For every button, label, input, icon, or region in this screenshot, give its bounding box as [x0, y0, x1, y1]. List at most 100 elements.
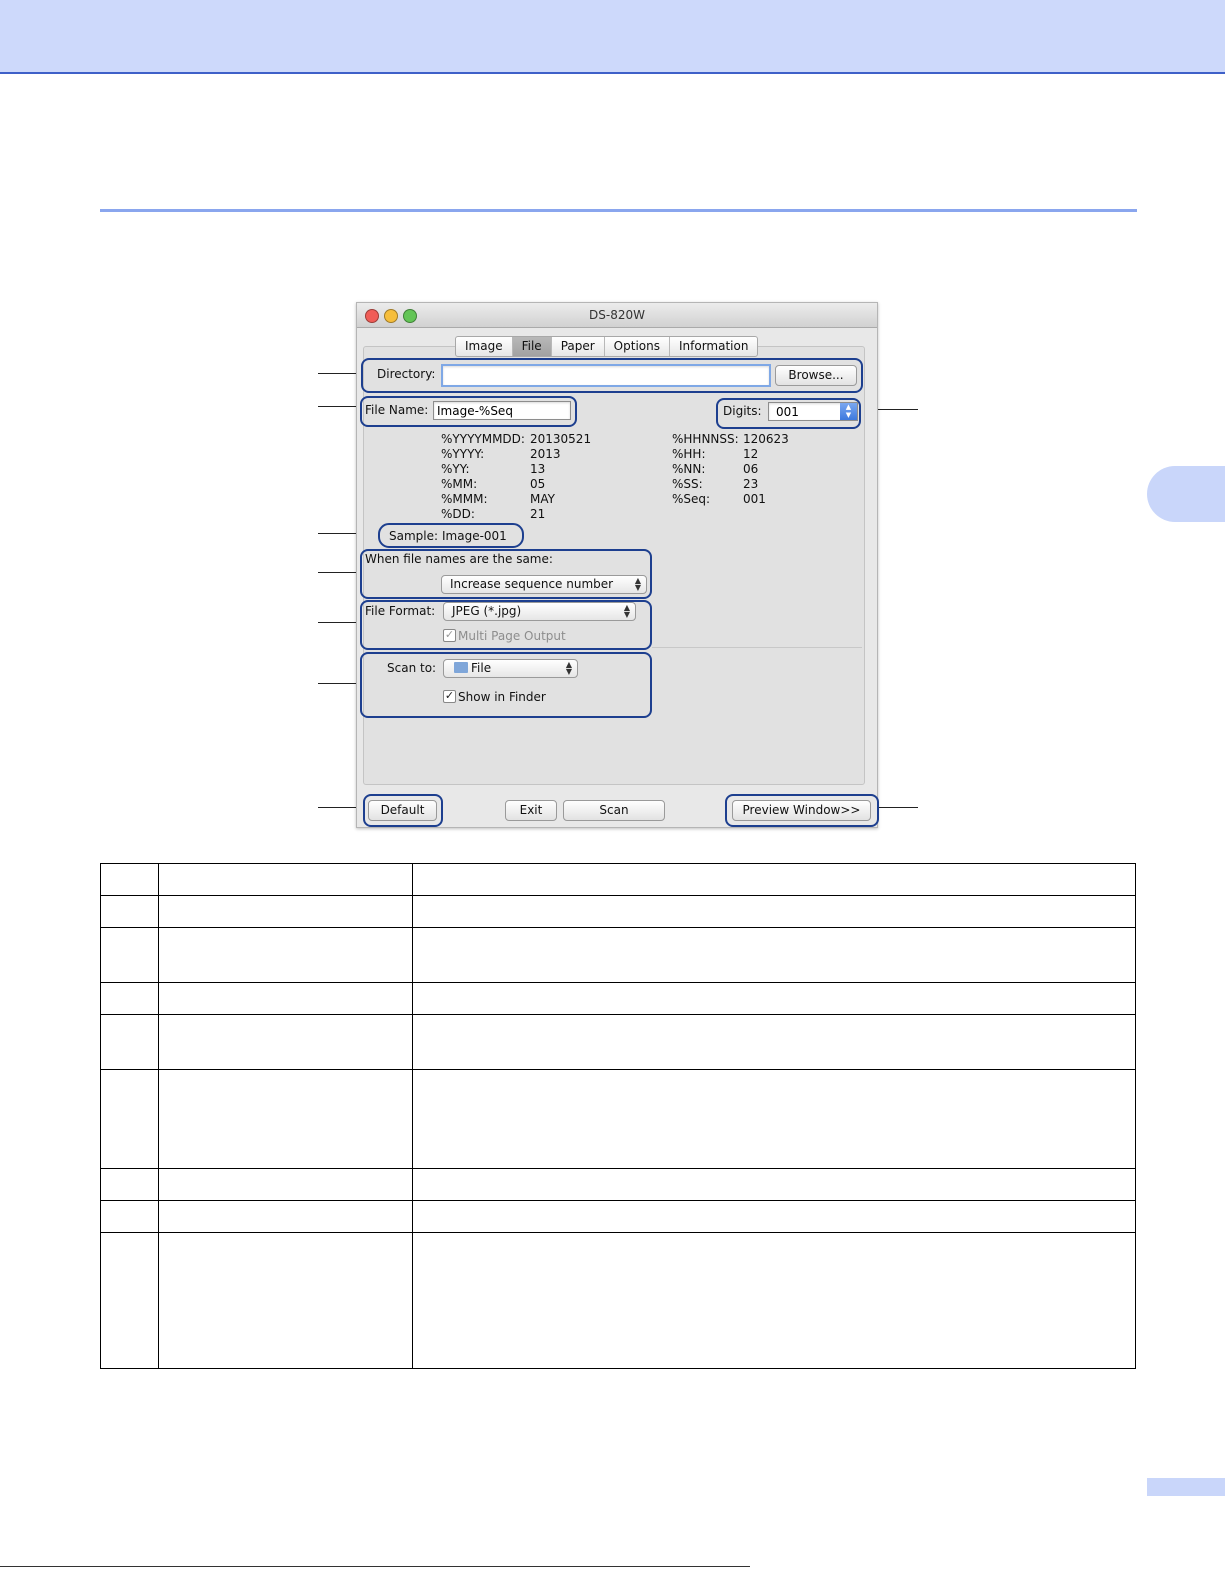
description-table	[100, 863, 1136, 1369]
token-key: %YYYYMMDD:	[441, 432, 525, 446]
table-row	[100, 982, 1136, 1015]
tab-information[interactable]: Information	[670, 337, 757, 356]
token-value: MAY	[530, 492, 555, 506]
scan-to-label: Scan to:	[387, 661, 437, 675]
digits-stepper[interactable]: 001 ▲ ▼	[768, 402, 858, 421]
preview-window-button[interactable]: Preview Window>>	[732, 800, 871, 821]
table-cell	[412, 1069, 1136, 1169]
default-button[interactable]: Default	[368, 800, 437, 821]
file-name-label: File Name:	[365, 403, 429, 417]
tab-file[interactable]: File	[512, 337, 552, 356]
header-band	[0, 0, 1225, 74]
updown-arrows-icon: ▲ ▼	[634, 576, 641, 592]
token-value: 13	[530, 462, 546, 476]
same-names-select[interactable]: Increase sequence number ▲ ▼	[441, 575, 647, 594]
table-cell	[158, 1200, 413, 1233]
leader-line-preview	[878, 807, 918, 808]
token-key: %MMM:	[441, 492, 488, 506]
table-cell	[412, 863, 1136, 896]
table-row	[100, 1200, 1136, 1233]
table-cell	[412, 1200, 1136, 1233]
table-cell	[100, 1200, 159, 1233]
file-format-select[interactable]: JPEG (*.jpg) ▲ ▼	[443, 602, 636, 621]
token-value: 06	[743, 462, 759, 476]
same-names-value: Increase sequence number	[450, 577, 614, 591]
tab-image[interactable]: Image	[456, 337, 513, 356]
file-format-value: JPEG (*.jpg)	[452, 604, 522, 618]
tab-bar: Image File Paper Options Information	[455, 336, 759, 357]
table-row	[100, 895, 1136, 928]
leader-line-file-name	[318, 406, 360, 407]
table-row	[100, 1069, 1136, 1169]
token-key: %Seq:	[672, 492, 711, 506]
multi-page-label: Multi Page Output	[458, 629, 566, 643]
token-value: 001	[743, 492, 766, 506]
table-cell	[100, 1232, 159, 1369]
scan-to-value: File	[471, 661, 492, 675]
table-row	[100, 927, 1136, 983]
token-key: %YY:	[441, 462, 470, 476]
updown-arrows-icon: ▲ ▼	[565, 660, 572, 676]
section-divider	[100, 209, 1137, 212]
token-key: %HH:	[672, 447, 706, 461]
same-names-label: When file names are the same:	[365, 552, 553, 566]
table-cell	[412, 1168, 1136, 1201]
token-value: 20130521	[530, 432, 592, 446]
stepper-arrows-icon[interactable]: ▲ ▼	[840, 403, 857, 420]
footer-rule	[0, 1566, 750, 1567]
directory-input[interactable]	[441, 364, 771, 387]
multi-page-checkbox[interactable]: ✓	[443, 629, 456, 642]
table-cell	[412, 927, 1136, 983]
tab-options[interactable]: Options	[605, 337, 670, 356]
folder-icon	[454, 662, 468, 673]
token-key: %NN:	[672, 462, 706, 476]
token-value: 21	[530, 507, 546, 521]
show-in-finder-checkbox[interactable]: ✓	[443, 690, 456, 703]
table-cell	[100, 895, 159, 928]
tab-paper[interactable]: Paper	[552, 337, 605, 356]
token-key: %HHNNSS:	[672, 432, 739, 446]
table-cell	[158, 1168, 413, 1201]
digits-label: Digits:	[723, 404, 762, 418]
token-key: %SS:	[672, 477, 703, 491]
table-cell	[158, 1232, 413, 1369]
token-value: 120623	[743, 432, 789, 446]
table-cell	[412, 982, 1136, 1015]
token-key: %MM:	[441, 477, 478, 491]
table-cell	[158, 1069, 413, 1169]
file-name-input[interactable]: Image-%Seq	[433, 401, 571, 420]
table-cell	[100, 1069, 159, 1169]
table-cell	[158, 927, 413, 983]
table-row	[100, 863, 1136, 896]
digits-value: 001	[776, 405, 799, 419]
scan-button[interactable]: Scan	[563, 800, 665, 821]
table-cell	[412, 895, 1136, 928]
table-row	[100, 1168, 1136, 1201]
chapter-tab	[1147, 466, 1225, 522]
table-cell	[100, 863, 159, 896]
scanner-dialog-window: DS-820W Image File Paper Options Informa…	[356, 302, 879, 828]
exit-button[interactable]: Exit	[505, 800, 557, 821]
scan-to-select[interactable]: File ▲ ▼	[443, 659, 578, 678]
table-cell	[158, 895, 413, 928]
token-value: 12	[743, 447, 759, 461]
token-key: %YYYY:	[441, 447, 485, 461]
table-cell	[100, 1014, 159, 1070]
token-value: 05	[530, 477, 546, 491]
table-cell	[100, 927, 159, 983]
show-in-finder-label: Show in Finder	[458, 690, 546, 704]
panel-divider	[652, 647, 862, 648]
token-key: %DD:	[441, 507, 475, 521]
table-cell	[158, 982, 413, 1015]
directory-label: Directory:	[377, 367, 436, 381]
table-cell	[158, 863, 413, 896]
browse-button[interactable]: Browse...	[775, 365, 857, 386]
sample-label: Sample:	[389, 529, 439, 543]
table-cell	[412, 1232, 1136, 1369]
updown-arrows-icon: ▲ ▼	[623, 603, 630, 619]
table-row	[100, 1014, 1136, 1070]
table-cell	[100, 1168, 159, 1201]
table-row	[100, 1232, 1136, 1369]
leader-line-directory	[318, 373, 360, 374]
token-value: 23	[743, 477, 759, 491]
